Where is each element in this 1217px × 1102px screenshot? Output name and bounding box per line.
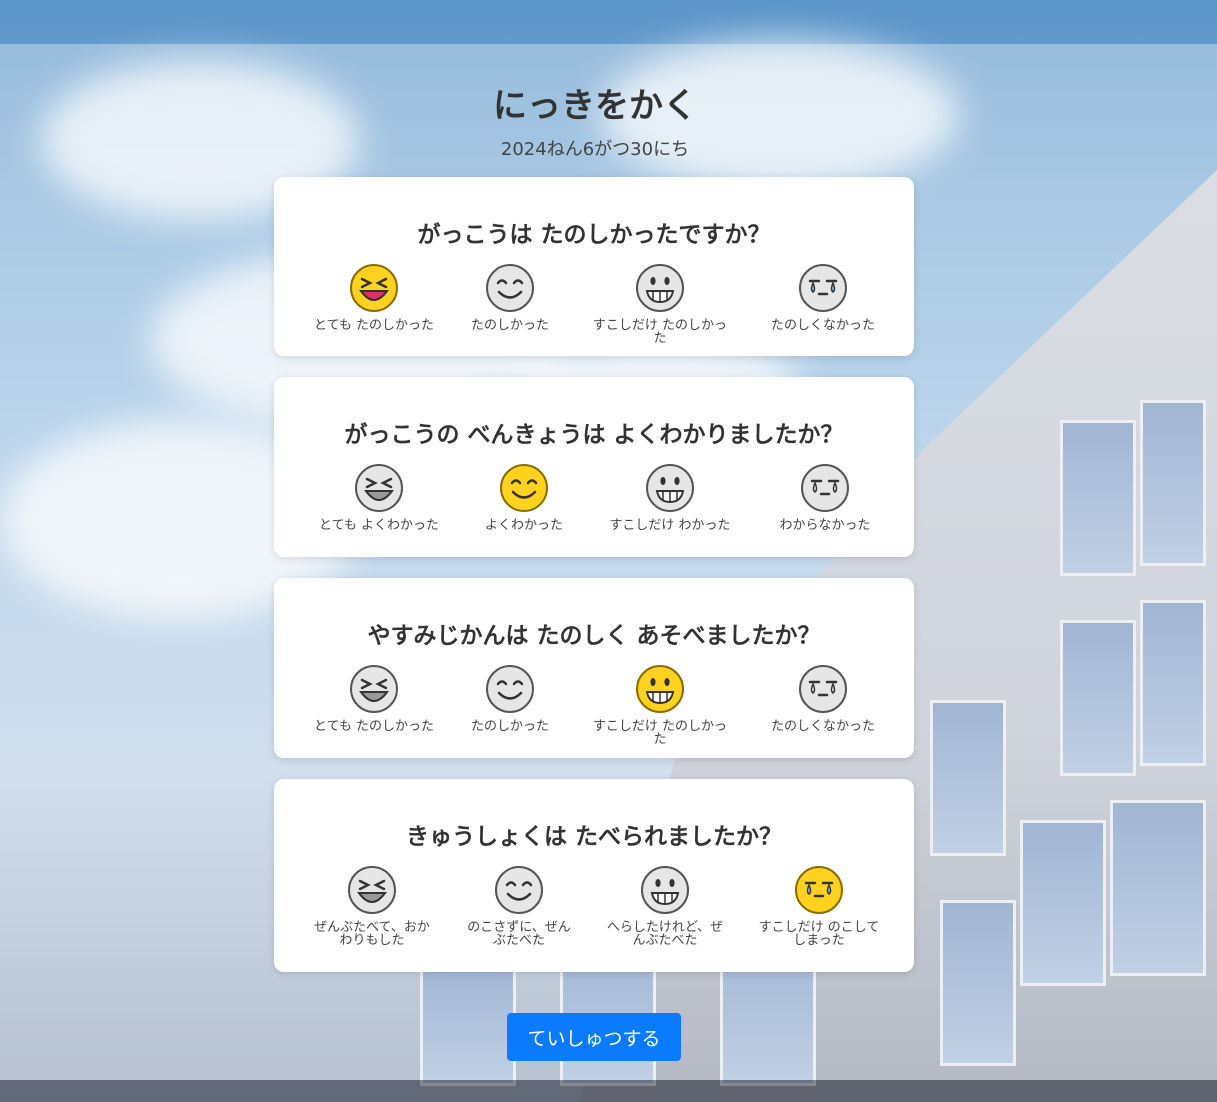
option-label: たのしかった (470, 719, 549, 734)
option-label: よくわかった (484, 518, 563, 533)
grinning-face-icon (646, 464, 694, 512)
option-label: たのしくなかった (770, 719, 875, 734)
option-label: とても たのしかった (313, 719, 435, 734)
footer-strip (0, 1080, 1217, 1102)
option-label: たのしくなかった (770, 318, 875, 333)
option-left-a-little[interactable]: すこしだけ のこしてしまった (749, 865, 889, 947)
option-label: のこさずに、ぜんぶたべた (467, 920, 571, 948)
option-understood-very-well[interactable]: とても よくわかった (309, 463, 449, 532)
smiling-face-icon (500, 464, 548, 512)
crying-face-icon (795, 866, 843, 914)
question-text: がっこうの べんきょうは よくわかりましたか？ (344, 422, 844, 448)
submit-button[interactable]: ていしゅつする (507, 1013, 681, 1061)
option-reduced-but-ate-all[interactable]: へらしたけれど、ぜんぶたべた (595, 865, 735, 947)
crying-face-icon (801, 464, 849, 512)
option-label: すこしだけ たのしかった (592, 719, 728, 747)
grinning-face-icon (636, 264, 684, 312)
laughing-face-icon (348, 866, 396, 914)
option-little-fun[interactable]: すこしだけ たのしかった (590, 664, 730, 746)
smiling-face-icon (486, 264, 534, 312)
option-label: すこしだけ わかった (609, 518, 731, 533)
option-fun[interactable]: たのしかった (440, 664, 580, 733)
option-very-fun[interactable]: とても たのしかった (304, 263, 444, 332)
question-text: がっこうは たのしかったですか？ (417, 222, 771, 248)
grinning-face-icon (636, 665, 684, 713)
diary-date: 2024ねん6がつ30にち (500, 139, 690, 160)
question-card-school-fun: がっこうは たのしかったですか？ とても たのしかった たのしかった すこしだけ… (274, 177, 914, 356)
option-label: たのしかった (470, 318, 549, 333)
option-label: とても よくわかった (318, 518, 440, 533)
option-not-fun[interactable]: たのしくなかった (753, 664, 893, 733)
page-title: にっきをかく (493, 86, 697, 126)
question-text: やすみじかんは たのしく あそべましたか？ (367, 623, 821, 649)
question-card-study: がっこうの べんきょうは よくわかりましたか？ とても よくわかった よくわかっ… (274, 377, 914, 557)
laughing-face-icon (350, 665, 398, 713)
question-text: きゅうしょくは たべられましたか？ (405, 824, 782, 850)
option-label: すこしだけ のこしてしまった (758, 920, 880, 948)
option-understood-well[interactable]: よくわかった (454, 463, 594, 532)
option-label: へらしたけれど、ぜんぶたべた (606, 920, 724, 948)
crying-face-icon (799, 665, 847, 713)
grinning-face-icon (641, 866, 689, 914)
option-not-fun[interactable]: たのしくなかった (753, 263, 893, 332)
option-label: ぜんぶたべて、おかわりもした (314, 920, 430, 948)
question-card-recess: やすみじかんは たのしく あそべましたか？ とても たのしかった たのしかった (274, 578, 914, 758)
smiling-face-icon (486, 665, 534, 713)
option-very-fun[interactable]: とても たのしかった (304, 664, 444, 733)
option-label: とても たのしかった (313, 318, 435, 333)
laughing-face-icon (355, 464, 403, 512)
option-understood-little[interactable]: すこしだけ わかった (600, 463, 740, 532)
smiling-face-icon (495, 866, 543, 914)
option-did-not-understand[interactable]: わからなかった (755, 463, 895, 532)
option-fun[interactable]: たのしかった (440, 263, 580, 332)
laughing-face-icon (350, 264, 398, 312)
option-ate-everything[interactable]: のこさずに、ぜんぶたべた (449, 865, 589, 947)
question-card-lunch: きゅうしょくは たべられましたか？ ぜんぶたべて、おかわりもした のこさずに、ぜ… (274, 779, 914, 972)
option-label: わからなかった (779, 518, 871, 533)
crying-face-icon (799, 264, 847, 312)
option-label: すこしだけ たのしかった (592, 318, 728, 346)
option-little-fun[interactable]: すこしだけ たのしかった (590, 263, 730, 345)
option-ate-all-and-seconds[interactable]: ぜんぶたべて、おかわりもした (302, 865, 442, 947)
